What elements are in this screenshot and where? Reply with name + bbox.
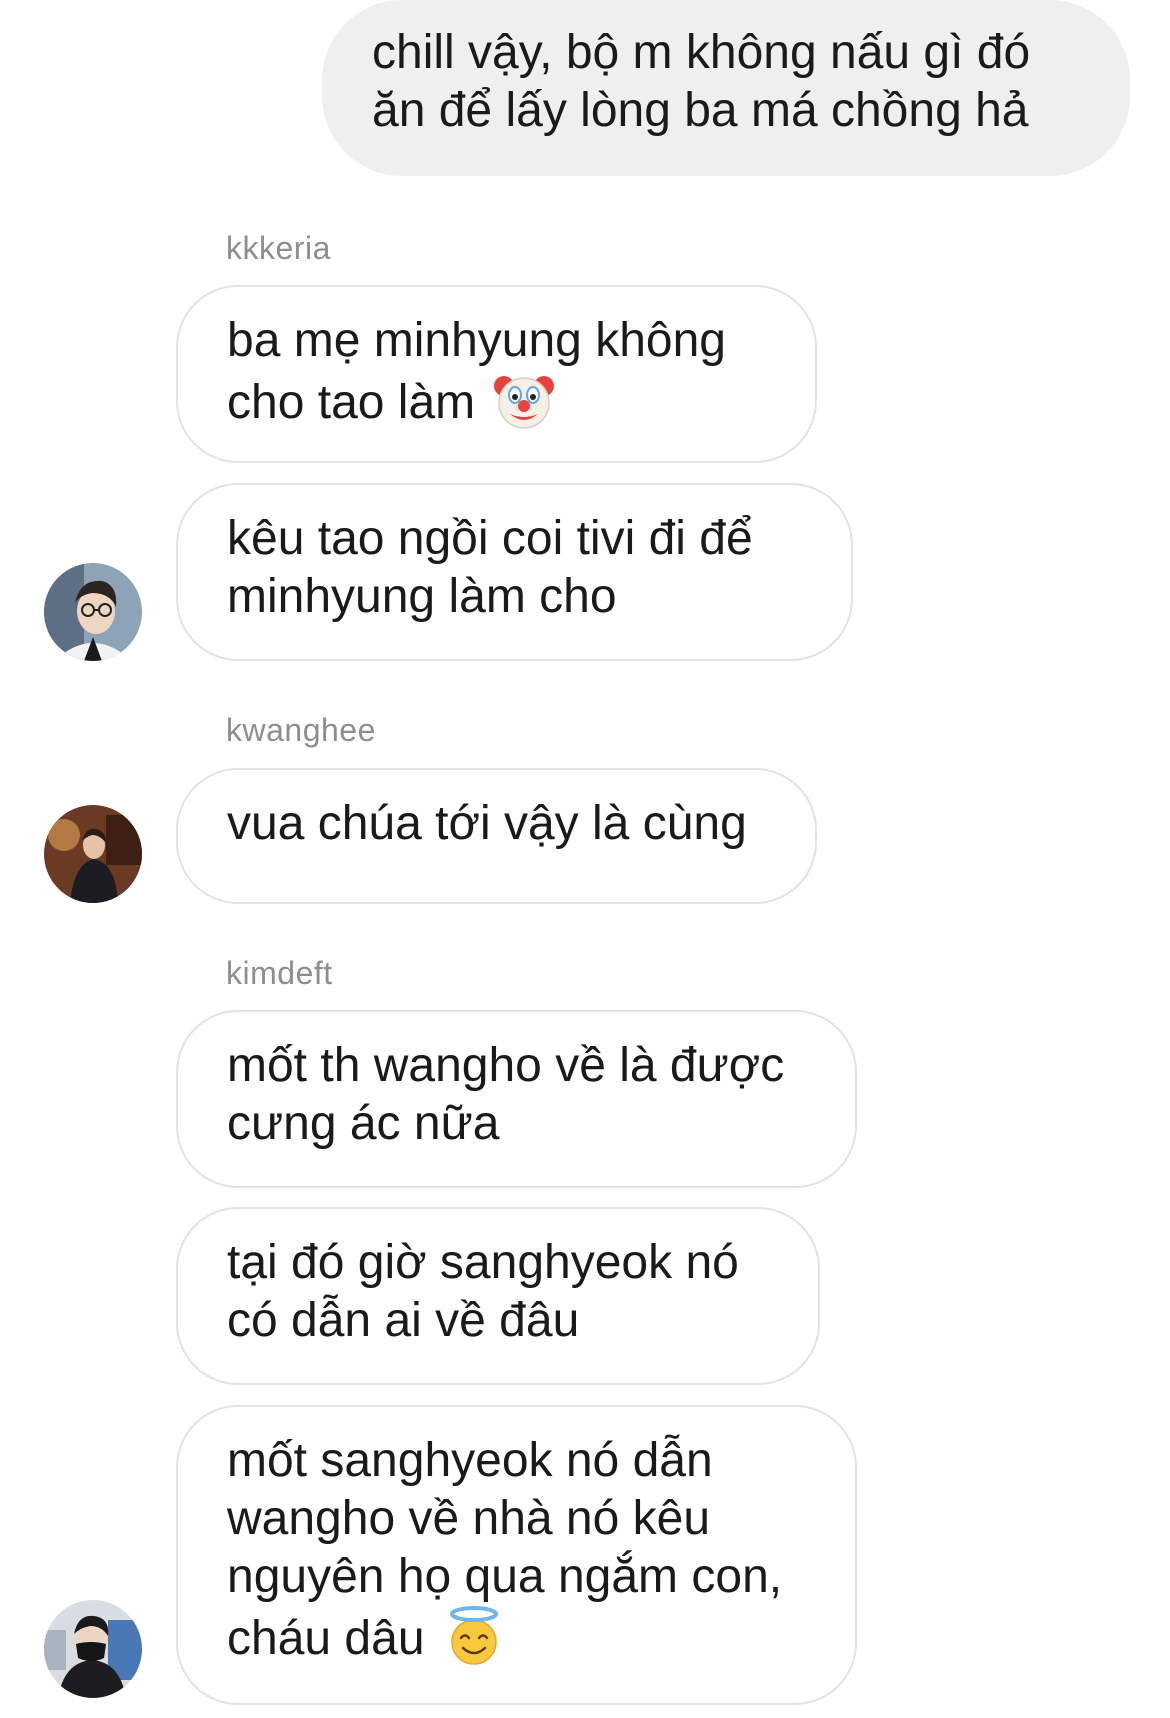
message-bubble-received[interactable]: vua chúa tới vậy là cùng [176,768,817,904]
avatar[interactable] [44,563,142,661]
message-bubble-received[interactable]: ba mẹ minhyung không cho tao làm [176,285,817,463]
clown-face-icon [494,370,555,430]
message-bubble-received[interactable]: kêu tao ngồi coi tivi đi để minhyung làm… [176,483,853,661]
sender-name: kimdeft [226,955,333,991]
avatar[interactable] [44,805,142,903]
avatar[interactable] [44,1600,142,1698]
message-text: kêu tao ngồi coi tivi đi để minhyung làm… [227,512,753,623]
message-text: tại đó giờ sanghyeok nó có dẫn ai về đâu [227,1236,739,1347]
message-bubble-received[interactable]: mốt sanghyeok nó dẫn wangho về nhà nó kê… [176,1405,857,1705]
message-text: chill vậy, bộ m không nấu gì đó ăn để lấ… [372,26,1031,137]
sender-name: kkkeria [226,230,331,266]
sender-name: kwanghee [226,712,376,748]
message-text: ba mẹ minhyung không cho tao làm [227,314,726,429]
message-text: vua chúa tới vậy là cùng [227,797,747,850]
message-bubble-sent[interactable]: chill vậy, bộ m không nấu gì đó ăn để lấ… [322,0,1130,176]
message-text: mốt th wangho về là được cưng ác nữa [227,1039,785,1150]
message-text: mốt sanghyeok nó dẫn wangho về nhà nó kê… [227,1434,783,1665]
smiling-face-with-halo-icon [444,1606,504,1666]
message-bubble-received[interactable]: tại đó giờ sanghyeok nó có dẫn ai về đâu [176,1207,820,1385]
message-bubble-received[interactable]: mốt th wangho về là được cưng ác nữa [176,1010,857,1188]
